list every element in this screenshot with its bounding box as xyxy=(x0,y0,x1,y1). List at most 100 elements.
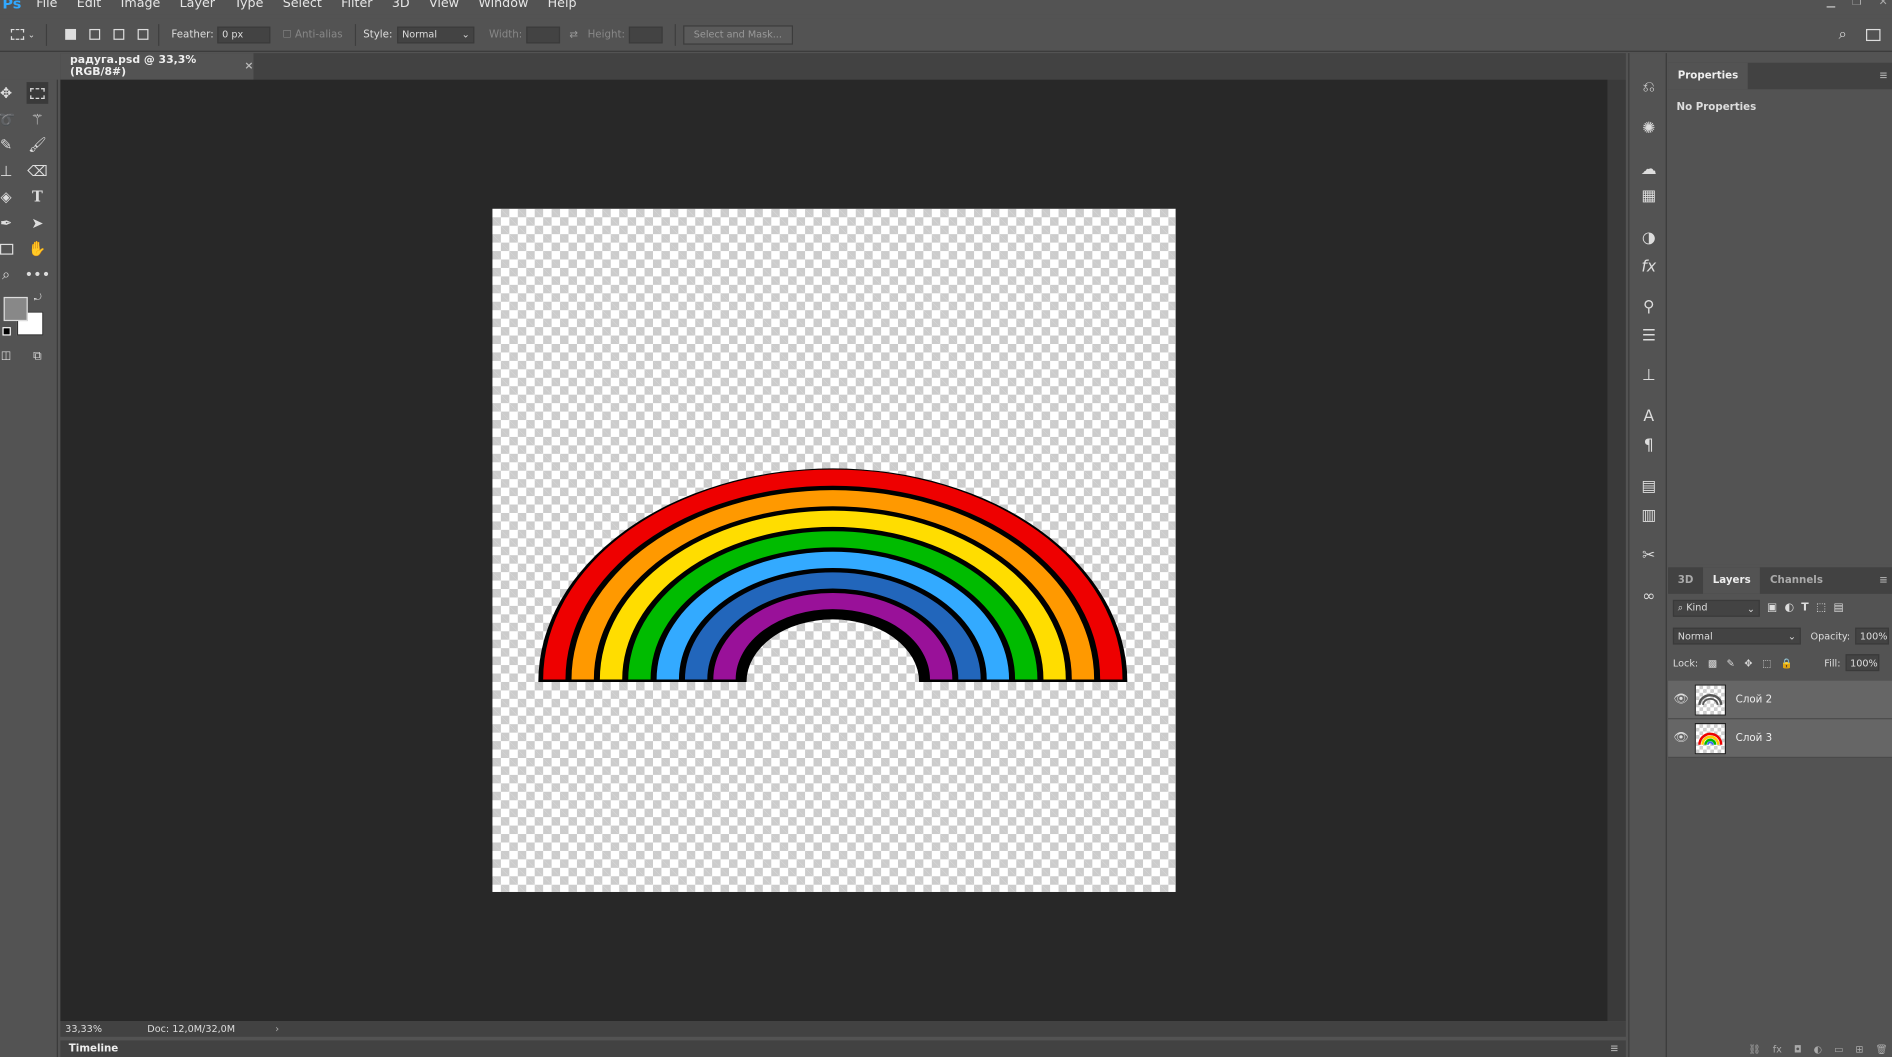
move-tool-icon[interactable]: ✥ xyxy=(0,82,17,104)
delete-layer-icon[interactable]: 🗑 xyxy=(1875,1044,1887,1055)
lasso-tool-icon[interactable]: ➰ xyxy=(0,109,17,131)
filter-adjustment-icon[interactable]: ◐ xyxy=(1785,602,1794,614)
marquee-tool-icon[interactable]: ⌄ xyxy=(7,26,38,43)
width-input[interactable] xyxy=(525,25,560,43)
link-layers-icon[interactable]: ⛓ xyxy=(1748,1044,1760,1055)
stamp-tool-icon[interactable]: ⊥ xyxy=(0,161,17,183)
fill-input[interactable]: 100% xyxy=(1845,654,1880,672)
antialias-checkbox[interactable]: ☐ Anti-alias xyxy=(282,28,342,40)
lock-all-icon[interactable]: 🔒 xyxy=(1781,657,1793,668)
lock-transparent-icon[interactable]: ▩ xyxy=(1708,657,1717,668)
fx-icon[interactable]: fx xyxy=(1773,1044,1782,1055)
minimize-icon[interactable]: ▁ xyxy=(1827,0,1835,8)
menu-edit[interactable]: Edit xyxy=(67,0,111,11)
blend-mode-select[interactable]: Normal ⌄ xyxy=(1672,627,1801,645)
paint-bucket-tool-icon[interactable]: ◈ xyxy=(0,186,17,208)
path-select-tool-icon[interactable]: ➤ xyxy=(27,212,49,234)
styles-icon[interactable]: fx xyxy=(1637,255,1661,279)
tool-presets-icon[interactable]: ✂ xyxy=(1637,543,1661,567)
hand-tool-icon[interactable]: ✋ xyxy=(27,238,49,260)
subtract-selection-icon[interactable] xyxy=(110,26,127,43)
quick-mask-icon[interactable]: ◫ xyxy=(0,345,17,367)
timeline-menu-icon[interactable]: ≡ xyxy=(1610,1043,1619,1055)
notes-icon[interactable]: ▥ xyxy=(1637,503,1661,527)
eye-icon[interactable]: 👁 xyxy=(1668,731,1695,744)
eraser-tool-icon[interactable]: ⌫ xyxy=(27,161,49,183)
type-tool-icon[interactable]: T xyxy=(27,186,49,208)
status-menu-arrow[interactable]: › xyxy=(275,1024,279,1035)
close-window-icon[interactable]: ✕ xyxy=(1879,0,1888,8)
rectangle-tool-icon[interactable] xyxy=(0,238,17,260)
intersect-selection-icon[interactable] xyxy=(134,26,151,43)
layer-name[interactable]: Слой 3 xyxy=(1736,732,1772,744)
menu-3d[interactable]: 3D xyxy=(382,0,419,11)
new-group-icon[interactable]: ▭ xyxy=(1834,1044,1843,1055)
eyedropper-tool-icon[interactable]: ✎ xyxy=(0,134,17,156)
swap-icon[interactable]: ⇄ xyxy=(569,28,578,40)
lock-pixels-icon[interactable]: ✎ xyxy=(1727,657,1735,668)
maximize-icon[interactable]: ❐ xyxy=(1852,0,1862,8)
swatches-icon[interactable]: ▦ xyxy=(1637,183,1661,207)
menu-image[interactable]: Image xyxy=(111,0,170,11)
brush-settings-icon[interactable]: ✺ xyxy=(1637,116,1661,140)
brush-tool-icon[interactable]: 🖌 xyxy=(27,134,49,156)
timeline-tab[interactable]: Timeline xyxy=(60,1043,118,1055)
menu-type[interactable]: Type xyxy=(225,0,273,11)
clone-source-icon[interactable]: ⚲ xyxy=(1637,295,1661,319)
menu-help[interactable]: Help xyxy=(538,0,586,11)
libraries-icon[interactable]: ▤ xyxy=(1637,474,1661,498)
close-tab-icon[interactable]: × xyxy=(244,60,253,72)
search-icon[interactable]: ⌕ xyxy=(1839,25,1847,43)
filter-shape-icon[interactable]: ⬚ xyxy=(1816,602,1826,614)
menu-file[interactable]: File xyxy=(27,0,68,11)
add-mask-icon[interactable]: ◘ xyxy=(1794,1044,1802,1055)
layer-name[interactable]: Слой 2 xyxy=(1736,693,1772,705)
color-icon[interactable]: ☁ xyxy=(1637,157,1661,181)
style-select[interactable]: Normal ⌄ xyxy=(397,25,475,43)
creative-cloud-icon[interactable]: ∞ xyxy=(1637,584,1661,608)
vertical-scrollbar[interactable] xyxy=(1607,79,1626,1022)
lock-artboard-icon[interactable]: ⬚ xyxy=(1762,657,1771,668)
tab-layers[interactable]: Layers xyxy=(1703,567,1761,594)
layer-row[interactable]: 👁 Слой 2 xyxy=(1668,680,1892,720)
filter-kind-select[interactable]: ⌕ Kind ⌄ xyxy=(1672,599,1760,617)
actions-icon[interactable]: ⊥ xyxy=(1637,363,1661,387)
feather-input[interactable]: 0 px xyxy=(217,25,271,43)
screen-mode-icon[interactable]: ⧉ xyxy=(27,345,49,367)
paragraph-icon[interactable]: ¶ xyxy=(1637,433,1661,457)
zoom-level[interactable]: 33,33% xyxy=(60,1024,147,1035)
tab-3d[interactable]: 3D xyxy=(1668,567,1703,594)
layer-row[interactable]: 👁 Слой 3 xyxy=(1668,719,1892,758)
menu-select[interactable]: Select xyxy=(273,0,331,11)
document-tab[interactable]: радуга.psd @ 33,3% (RGB/8#) × xyxy=(60,53,253,80)
rect-marquee-tool-icon[interactable] xyxy=(26,82,49,104)
add-selection-icon[interactable] xyxy=(86,26,103,43)
panel-menu-icon[interactable]: ≡ xyxy=(1879,70,1892,82)
magic-wand-tool-icon[interactable]: ⚚ xyxy=(27,109,49,131)
history-icon[interactable]: ⎌ xyxy=(1637,75,1661,99)
eye-icon[interactable]: 👁 xyxy=(1668,693,1695,706)
filter-smart-icon[interactable]: ▤ xyxy=(1833,602,1843,614)
tab-properties[interactable]: Properties xyxy=(1668,62,1748,90)
document-canvas[interactable] xyxy=(492,208,1176,892)
default-colors-icon[interactable] xyxy=(2,327,11,336)
filter-pixel-icon[interactable]: ▣ xyxy=(1767,602,1777,614)
canvas-area[interactable] xyxy=(60,79,1608,1022)
character-icon[interactable]: A xyxy=(1637,404,1661,428)
workspace-icon[interactable] xyxy=(1866,28,1881,41)
filter-type-icon[interactable]: T xyxy=(1801,602,1808,614)
panel-menu-icon[interactable]: ≡ xyxy=(1879,575,1892,587)
swap-colors-icon[interactable]: ⤾ xyxy=(34,292,42,304)
foreground-color-swatch[interactable] xyxy=(3,296,28,322)
zoom-tool-icon[interactable]: ⌕ xyxy=(0,263,17,285)
menu-window[interactable]: Window xyxy=(469,0,538,11)
lock-position-icon[interactable]: ✥ xyxy=(1744,657,1752,668)
new-selection-icon[interactable] xyxy=(62,26,79,43)
menu-layer[interactable]: Layer xyxy=(170,0,225,11)
adjustments-icon[interactable]: ◑ xyxy=(1637,226,1661,250)
pen-tool-icon[interactable]: ✒ xyxy=(0,212,17,234)
select-and-mask-button[interactable]: Select and Mask... xyxy=(682,24,793,45)
opacity-input[interactable]: 100% xyxy=(1855,627,1889,645)
menu-view[interactable]: View xyxy=(419,0,468,11)
new-layer-icon[interactable]: ⊞ xyxy=(1855,1044,1863,1055)
